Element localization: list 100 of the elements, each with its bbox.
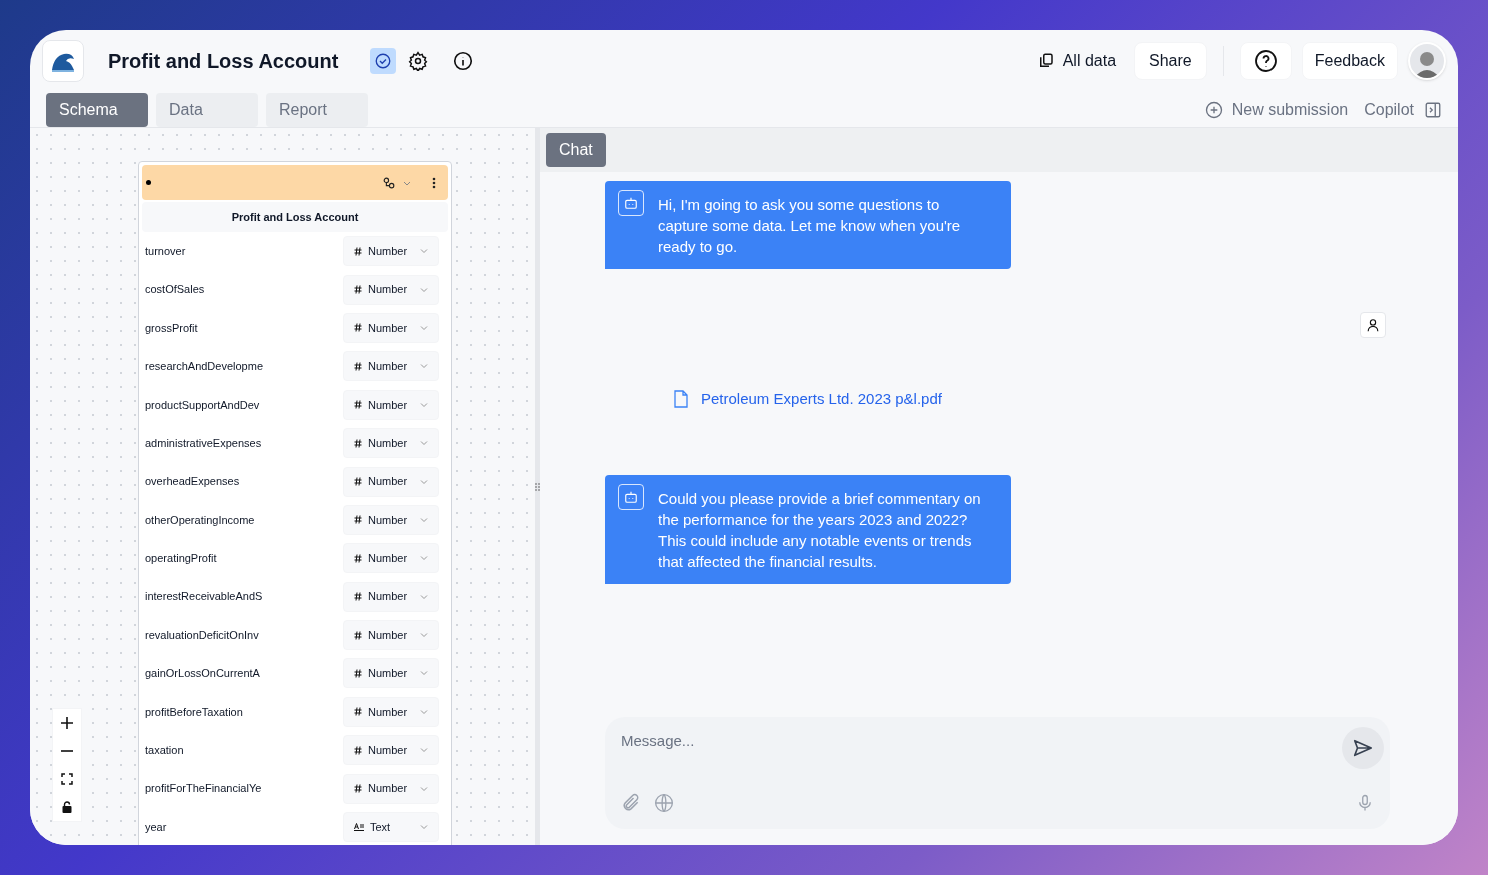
field-name: otherOperatingIncome: [145, 512, 255, 528]
feedback-button[interactable]: Feedback: [1301, 42, 1398, 80]
message-text: Hi, I'm going to ask you some questions to capture some data. Let me know when you're ready to go.: [658, 195, 962, 257]
settings-icon[interactable]: [408, 51, 429, 71]
hash-icon: [354, 246, 362, 256]
fit-view-icon: [61, 773, 73, 785]
card-title: Profit and Loss Account: [142, 202, 448, 232]
type-select[interactable]: Number: [343, 773, 439, 804]
help-icon: [1253, 49, 1278, 73]
hash-icon: [354, 669, 362, 678]
type-select[interactable]: Number: [343, 504, 439, 535]
chevron-down-icon: [420, 286, 428, 293]
hash-icon: [354, 553, 362, 563]
send-icon: [1352, 737, 1374, 759]
send-button[interactable]: [1342, 727, 1384, 769]
sidebar-icon: [1424, 100, 1442, 119]
field-name: revaluationDeficitOnInv: [145, 627, 259, 643]
chevron-down-icon: [420, 324, 428, 331]
chevron-down-icon: [420, 440, 428, 447]
plus-icon: [60, 716, 74, 730]
type-select[interactable]: Number: [343, 466, 439, 497]
share-button[interactable]: Share: [1134, 42, 1207, 80]
hash-icon: [354, 477, 362, 487]
field-name: costOfSales: [145, 282, 205, 298]
hash-icon: [354, 438, 362, 448]
chevron-down-icon: [420, 248, 428, 255]
type-select[interactable]: Number: [343, 543, 439, 574]
help-button[interactable]: [1239, 42, 1292, 80]
type-select[interactable]: Number: [343, 351, 439, 382]
copilot-button[interactable]: Copilot: [1364, 97, 1442, 122]
file-link[interactable]: Petroleum Experts Ltd. 2023 p&l.pdf: [673, 388, 942, 411]
hash-icon: [354, 784, 362, 794]
file-icon: [673, 390, 689, 409]
hash-icon: [354, 361, 362, 371]
chevron-down-icon: [420, 708, 428, 715]
type-select[interactable]: Number: [343, 658, 439, 689]
field-name: profitForTheFinancialYe: [145, 781, 262, 797]
robot-icon: [618, 190, 644, 216]
type-select[interactable]: Number: [343, 620, 439, 651]
paperclip-icon[interactable]: [621, 793, 641, 813]
chevron-down-icon: [420, 516, 428, 523]
type-select[interactable]: Text: [343, 812, 439, 843]
chat-tab[interactable]: Chat: [546, 133, 606, 167]
field-name: administrativeExpenses: [145, 435, 262, 451]
type-select[interactable]: Number: [343, 696, 439, 727]
info-icon[interactable]: [452, 50, 475, 72]
field-name: taxation: [145, 743, 184, 758]
type-select[interactable]: Number: [343, 735, 439, 766]
hash-icon: [354, 707, 362, 717]
more-icon[interactable]: [432, 176, 436, 189]
user-icon: [1360, 312, 1386, 338]
new-submission-button[interactable]: New submission: [1203, 97, 1349, 122]
field-name: overheadExpenses: [145, 474, 240, 490]
chevron-down-icon: [420, 363, 428, 370]
robot-icon: [618, 483, 644, 510]
chevron-down-icon: [420, 670, 428, 677]
chevron-down-icon: [420, 747, 428, 754]
field-name: turnover: [145, 243, 186, 259]
field-name: profitBeforeTaxation: [145, 704, 243, 720]
hash-icon: [354, 400, 362, 410]
app-logo[interactable]: [42, 40, 84, 82]
field-name: year: [145, 819, 167, 835]
field-name: grossProfit: [145, 320, 198, 336]
type-select[interactable]: Number: [343, 236, 439, 267]
lock-icon: [61, 801, 73, 813]
field-name: researchAndDevelopme: [145, 359, 263, 375]
hash-icon: [354, 515, 362, 525]
hash-icon: [354, 630, 362, 640]
page-title: Profit and Loss Account: [108, 49, 339, 74]
hash-icon: [354, 323, 362, 333]
tab[interactable]: Data: [156, 92, 258, 127]
user-avatar[interactable]: [1408, 42, 1446, 80]
chevron-down-icon: [420, 824, 428, 831]
field-name: gainOrLossOnCurrentA: [145, 666, 260, 682]
tab[interactable]: Schema: [46, 92, 148, 127]
drag-handle-icon[interactable]: [535, 481, 540, 492]
chevron-down-icon: [420, 478, 428, 485]
message-input[interactable]: Message...: [621, 730, 1221, 753]
field-name: interestReceivableAndS: [145, 589, 263, 605]
field-name: productSupportAndDev: [145, 397, 260, 413]
hash-icon: [354, 745, 362, 755]
link-icon[interactable]: [382, 175, 396, 190]
tab[interactable]: Report: [266, 92, 368, 127]
plus-circle-icon: [1203, 99, 1224, 120]
hash-icon: [354, 592, 362, 602]
chevron-down-icon: [420, 401, 428, 408]
type-select[interactable]: Number: [343, 428, 439, 459]
chevron-down-icon: [420, 555, 428, 562]
hash-icon: [354, 285, 362, 295]
message-text: Could you please provide a brief commentary on the performance for the years 2023 and 2022? This could include any notable events or trends that affected the financial results.: [658, 488, 981, 572]
field-name: operatingProfit: [145, 551, 217, 567]
text-icon: [354, 823, 364, 832]
all-data-button[interactable]: All data: [1028, 43, 1125, 79]
chevron-down-icon: [420, 785, 428, 792]
chevron-down-icon: [420, 593, 428, 600]
type-select[interactable]: Number: [343, 389, 439, 420]
type-select[interactable]: Number: [343, 274, 439, 305]
type-select[interactable]: Number: [343, 312, 439, 343]
type-select[interactable]: Number: [343, 581, 439, 612]
chevron-down-icon: [420, 632, 428, 639]
